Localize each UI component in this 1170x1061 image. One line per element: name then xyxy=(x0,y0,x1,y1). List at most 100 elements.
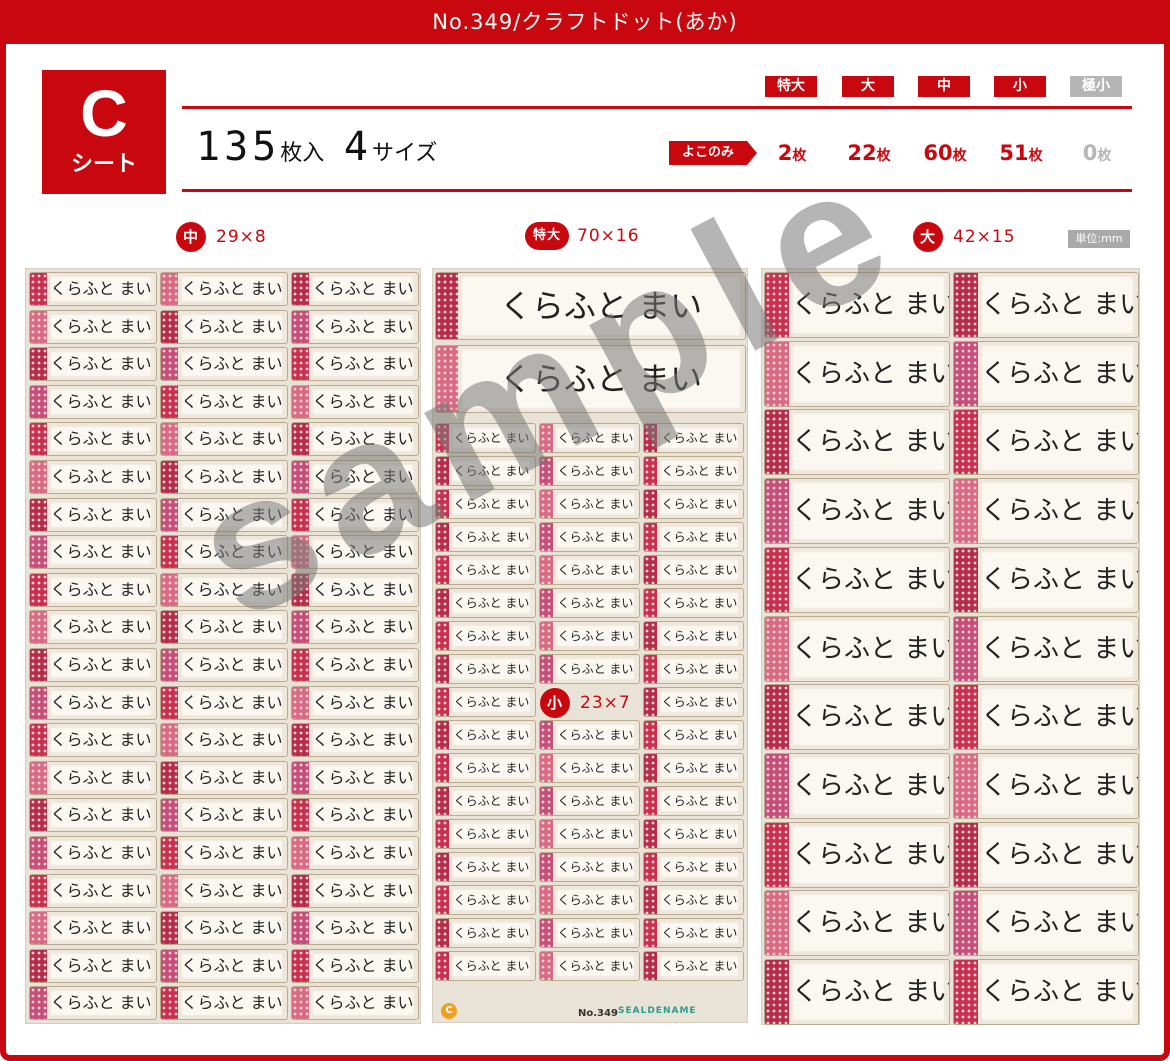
dot-pattern xyxy=(765,822,789,887)
dot-pattern xyxy=(30,987,47,1020)
large-label: くらふと まい xyxy=(764,340,950,407)
dot-pattern xyxy=(765,753,789,818)
large-label: くらふと まい xyxy=(764,752,950,819)
label-text: くらふと まい xyxy=(981,756,1138,815)
size-tag-4: 極小 xyxy=(1070,76,1122,97)
medium-label: くらふと まい xyxy=(160,572,288,607)
dot-pattern xyxy=(540,424,553,452)
label-text: くらふと まい xyxy=(452,592,531,614)
size-count-unit: 枚 xyxy=(1097,148,1112,164)
small-label: くらふと まい xyxy=(643,885,744,915)
dot-pattern xyxy=(644,853,657,881)
dot-pattern xyxy=(30,649,47,681)
large-label: くらふと まい xyxy=(953,615,1139,682)
dot-pattern xyxy=(292,874,309,907)
dot-pattern xyxy=(292,761,309,794)
label-text: くらふと まい xyxy=(981,825,1138,884)
dot-pattern xyxy=(161,348,178,381)
dot-pattern xyxy=(954,822,978,887)
label-text: くらふと まい xyxy=(452,691,531,713)
label-text: くらふと まい xyxy=(312,388,414,415)
label-text: くらふと まい xyxy=(181,689,283,716)
sheet-badge: C シート xyxy=(42,70,166,194)
label-text: くらふと まい xyxy=(556,625,635,647)
small-label: くらふと まい xyxy=(435,588,536,618)
dot-pattern xyxy=(540,622,553,650)
small-label: くらふと まい xyxy=(435,522,536,552)
dot-pattern xyxy=(292,987,309,1020)
dot-pattern xyxy=(292,423,309,456)
dot-pattern xyxy=(292,799,309,832)
large-label: くらふと まい xyxy=(953,272,1139,338)
medium-label: くらふと まい xyxy=(291,384,419,419)
dot-pattern xyxy=(540,457,553,485)
label-text: くらふと まい xyxy=(181,840,283,866)
dot-pattern xyxy=(436,655,449,683)
label-text: くらふと まい xyxy=(792,894,949,953)
label-text: くらふと まい xyxy=(50,614,152,641)
label-text: くらふと まい xyxy=(452,559,531,581)
size-count-value: 2 xyxy=(777,141,793,165)
size-count-2: 60枚 xyxy=(909,141,981,165)
label-text: くらふと まい xyxy=(660,658,739,680)
small-label: くらふと まい xyxy=(539,555,640,585)
dot-pattern xyxy=(644,919,657,947)
label-text: くらふと まい xyxy=(660,592,739,614)
small-badge: 小 xyxy=(540,688,570,718)
dot-pattern xyxy=(292,611,309,644)
dot-pattern xyxy=(436,886,449,914)
medium-label: くらふと まい xyxy=(291,948,419,983)
dot-pattern xyxy=(436,273,458,339)
medium-label: くらふと まい xyxy=(291,685,419,720)
label-text: くらふと まい xyxy=(50,388,152,415)
label-text: くらふと まい xyxy=(792,550,949,609)
dot-pattern xyxy=(644,688,657,716)
label-text: くらふと まい xyxy=(312,877,414,904)
dot-pattern xyxy=(30,837,47,869)
label-count: 135 xyxy=(196,124,281,170)
label-text: くらふと まい xyxy=(556,856,635,878)
dot-pattern xyxy=(161,724,178,757)
label-text: くらふと まい xyxy=(556,427,635,449)
label-text: くらふと まい xyxy=(50,802,152,829)
dot-pattern xyxy=(30,498,47,531)
label-text: くらふと まい xyxy=(312,576,414,603)
large-label: くらふと まい xyxy=(953,959,1139,1025)
small-label: くらふと まい xyxy=(435,654,536,684)
label-text: くらふと まい xyxy=(981,344,1138,403)
label-text: くらふと まい xyxy=(452,955,531,977)
medium-label: くらふと まい xyxy=(291,760,419,795)
small-label: くらふと まい xyxy=(539,423,640,453)
small-label: くらふと まい xyxy=(539,918,640,948)
label-text: くらふと まい xyxy=(312,689,414,716)
large-label: くらふと まい xyxy=(953,478,1139,545)
label-text: くらふと まい xyxy=(312,313,414,340)
dot-pattern xyxy=(954,273,978,337)
small-label: くらふと まい xyxy=(643,555,744,585)
dot-pattern xyxy=(292,686,309,719)
medium-label: くらふと まい xyxy=(160,610,288,645)
sheet-summary: 135枚入 4サイズ xyxy=(196,124,437,170)
large-label: くらふと まい xyxy=(953,890,1139,957)
small-label: くらふと まい xyxy=(435,423,536,453)
label-text: くらふと まい xyxy=(181,727,283,754)
label-text: くらふと まい xyxy=(312,614,414,641)
dot-pattern xyxy=(540,490,553,518)
dot-pattern xyxy=(292,949,309,982)
dot-pattern xyxy=(30,761,47,794)
size-tag-0: 特大 xyxy=(765,76,817,97)
medium-label: くらふと まい xyxy=(291,911,419,946)
label-text: くらふと まい xyxy=(660,889,739,911)
dot-pattern xyxy=(292,273,309,305)
section-large-header: 大 42×15 xyxy=(913,222,1016,252)
size-count-unit: 枚 xyxy=(952,148,967,164)
size-count-value: 51 xyxy=(999,141,1029,165)
label-text: くらふと まい xyxy=(660,823,739,845)
dot-pattern xyxy=(765,891,789,956)
label-text: くらふと まい xyxy=(181,877,283,904)
dot-pattern xyxy=(30,273,47,305)
small-label: くらふと まい xyxy=(435,456,536,486)
large-label: くらふと まい xyxy=(764,890,950,957)
label-text: くらふと まい xyxy=(556,493,635,515)
label-text: くらふと まい xyxy=(452,427,531,449)
